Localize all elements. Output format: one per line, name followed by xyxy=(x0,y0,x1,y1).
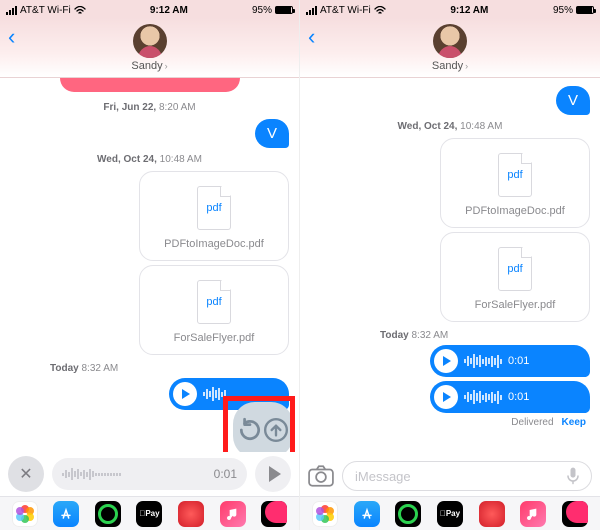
battery-icon xyxy=(576,6,594,14)
battery-icon xyxy=(275,6,293,14)
waveform-icon xyxy=(464,352,502,370)
waveform-icon xyxy=(62,468,206,480)
pdf-file-icon: pdf xyxy=(197,280,231,324)
recording-pill: 0:01 xyxy=(52,458,247,490)
screenshot-left: AT&T Wi-Fi 9:12 AM 95% ‹ Sandy › Fri, Ju… xyxy=(0,0,300,530)
app-photos[interactable] xyxy=(12,501,38,527)
appstore-icon xyxy=(359,506,375,522)
message-bubble[interactable]: V xyxy=(255,119,289,148)
music-note-icon xyxy=(525,506,541,522)
wifi-icon xyxy=(374,6,386,15)
contact-name-button[interactable]: Sandy › xyxy=(432,60,468,72)
contact-name-label: Sandy xyxy=(131,60,162,72)
signal-icon xyxy=(6,6,17,15)
audio-duration: 0:01 xyxy=(508,391,529,403)
status-bar: AT&T Wi-Fi 9:12 AM 95% xyxy=(0,0,299,18)
close-icon: ✕ xyxy=(19,464,32,484)
delivered-label: Delivered xyxy=(511,417,553,428)
carrier-label: AT&T Wi-Fi xyxy=(320,5,371,16)
contact-name-button[interactable]: Sandy › xyxy=(131,60,167,72)
audio-duration: 0:01 xyxy=(508,355,529,367)
microphone-icon[interactable] xyxy=(563,466,583,486)
imessage-app-dock: Pay xyxy=(300,496,600,530)
pdf-file-icon: pdf xyxy=(498,153,532,197)
battery-pct: 95% xyxy=(553,5,573,16)
back-button[interactable]: ‹ xyxy=(308,26,315,48)
conversation-header: ‹ Sandy › xyxy=(0,18,299,78)
app-music[interactable] xyxy=(520,501,546,527)
keep-button[interactable]: Keep xyxy=(562,417,586,428)
clock-label: 9:12 AM xyxy=(450,5,488,16)
chevron-right-icon: › xyxy=(465,61,468,71)
chevron-right-icon: › xyxy=(165,61,168,71)
play-icon xyxy=(182,389,190,399)
attachment-bubble[interactable]: pdf PDFtoImageDoc.pdf xyxy=(440,138,590,228)
play-recording-button[interactable] xyxy=(255,456,291,492)
recording-duration: 0:01 xyxy=(214,467,237,481)
play-icon xyxy=(443,392,451,402)
battery-pct: 95% xyxy=(252,5,272,16)
attachment-filename: ForSaleFlyer.pdf xyxy=(475,299,556,311)
play-button[interactable] xyxy=(173,382,197,406)
avatar[interactable] xyxy=(433,24,467,58)
app-red[interactable] xyxy=(178,501,204,527)
partial-bubble xyxy=(60,78,240,92)
pdf-file-icon: pdf xyxy=(197,186,231,230)
attachment-bubble[interactable]: pdf ForSaleFlyer.pdf xyxy=(139,265,289,355)
attachment-filename: PDFtoImageDoc.pdf xyxy=(164,238,264,250)
camera-icon[interactable] xyxy=(308,465,334,487)
pdf-file-icon: pdf xyxy=(498,247,532,291)
play-icon xyxy=(443,356,451,366)
attachment-bubble[interactable]: pdf ForSaleFlyer.pdf xyxy=(440,232,590,322)
timestamp: Wed, Oct 24, 10:48 AM xyxy=(310,121,590,132)
appstore-icon xyxy=(58,506,74,522)
app-target[interactable] xyxy=(395,501,421,527)
clock-label: 9:12 AM xyxy=(150,5,188,16)
screenshot-right: AT&T Wi-Fi 9:12 AM 95% ‹ Sandy › V Wed, … xyxy=(300,0,600,530)
app-apple-pay[interactable]: Pay xyxy=(136,501,162,527)
timestamp-inline: Today 8:32 AM xyxy=(380,330,590,341)
status-bar: AT&T Wi-Fi 9:12 AM 95% xyxy=(300,0,600,18)
timestamp-inline: Today 8:32 AM xyxy=(50,363,289,374)
audio-record-tray: ✕ 0:01 xyxy=(0,452,299,496)
app-store[interactable] xyxy=(354,501,380,527)
avatar[interactable] xyxy=(133,24,167,58)
waveform-icon xyxy=(464,388,502,406)
message-input-bar: iMessage xyxy=(300,456,600,496)
input-placeholder: iMessage xyxy=(355,469,411,484)
app-photos[interactable] xyxy=(312,501,338,527)
audio-message-bubble[interactable]: 0:01 xyxy=(430,381,590,413)
message-bubble[interactable]: V xyxy=(556,86,590,115)
cancel-recording-button[interactable]: ✕ xyxy=(8,456,44,492)
app-store[interactable] xyxy=(53,501,79,527)
app-target[interactable] xyxy=(95,501,121,527)
app-heart[interactable] xyxy=(261,501,287,527)
back-button[interactable]: ‹ xyxy=(8,26,15,48)
imessage-app-dock: Pay xyxy=(0,496,299,530)
contact-name-label: Sandy xyxy=(432,60,463,72)
play-icon xyxy=(269,466,281,482)
attachment-filename: ForSaleFlyer.pdf xyxy=(174,332,255,344)
message-input[interactable]: iMessage xyxy=(342,461,592,491)
play-button[interactable] xyxy=(434,349,458,373)
message-status-row: Delivered Keep xyxy=(310,417,590,428)
attachment-filename: PDFtoImageDoc.pdf xyxy=(465,205,565,217)
music-note-icon xyxy=(225,506,241,522)
app-red[interactable] xyxy=(479,501,505,527)
timestamp: Fri, Jun 22, 8:20 AM xyxy=(10,102,289,113)
app-heart[interactable] xyxy=(562,501,588,527)
play-button[interactable] xyxy=(434,385,458,409)
wifi-icon xyxy=(74,6,86,15)
app-music[interactable] xyxy=(220,501,246,527)
timestamp: Wed, Oct 24, 10:48 AM xyxy=(10,154,289,165)
app-apple-pay[interactable]: Pay xyxy=(437,501,463,527)
conversation-header: ‹ Sandy › xyxy=(300,18,600,78)
attachment-bubble[interactable]: pdf PDFtoImageDoc.pdf xyxy=(139,171,289,261)
audio-message-bubble[interactable]: 0:01 xyxy=(430,345,590,377)
signal-icon xyxy=(306,6,317,15)
carrier-label: AT&T Wi-Fi xyxy=(20,5,71,16)
